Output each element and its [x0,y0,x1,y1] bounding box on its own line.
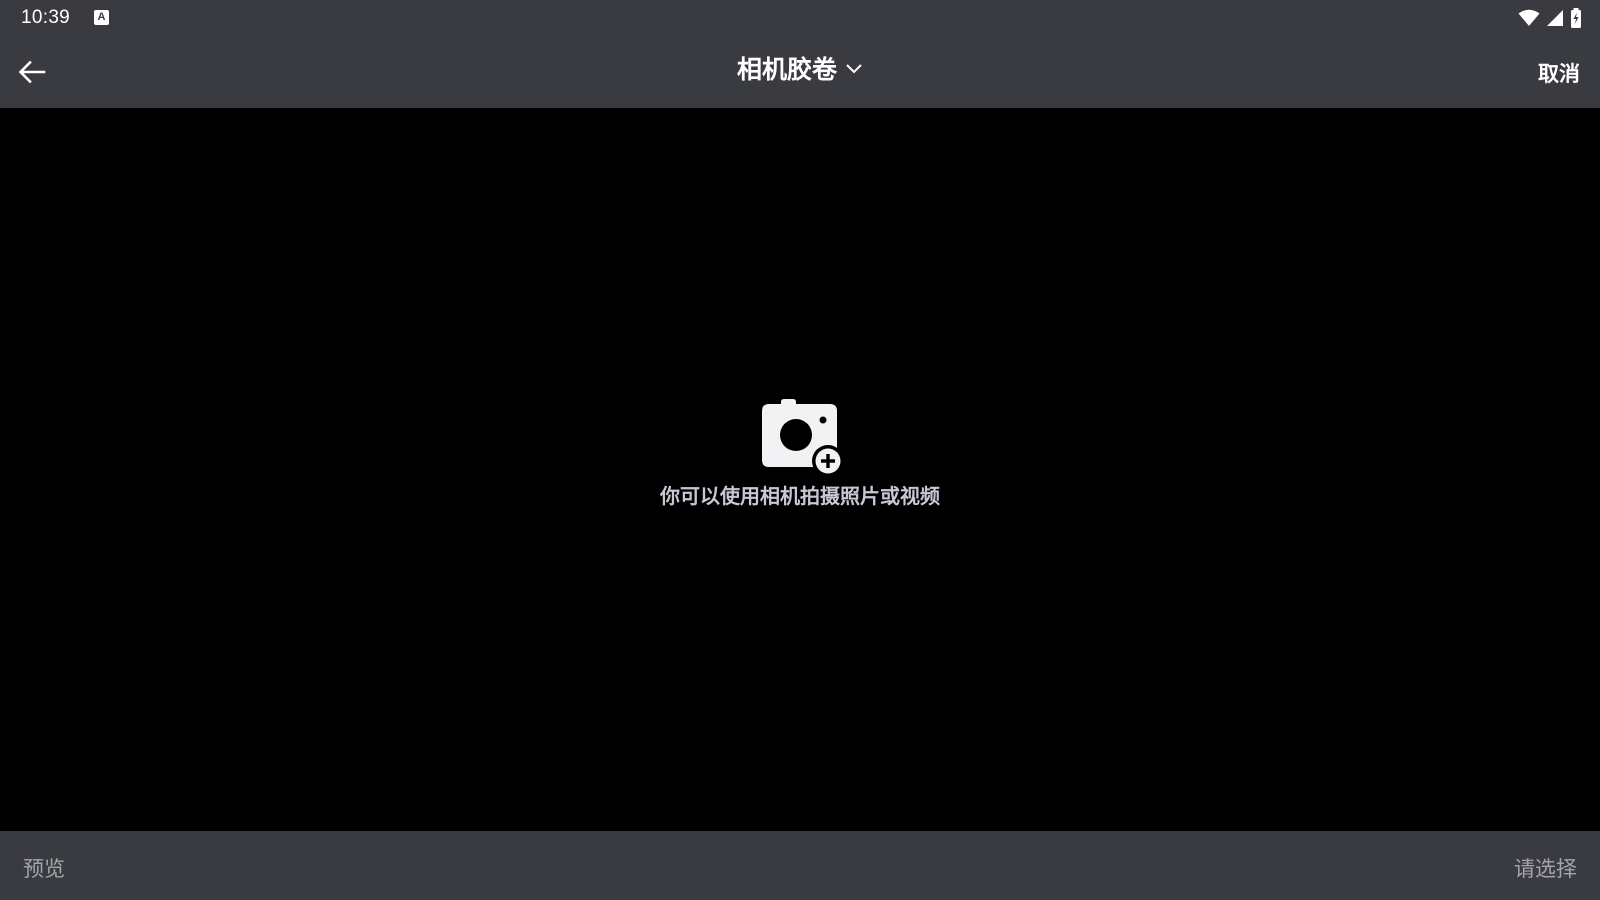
keyboard-a-icon: A [94,10,109,25]
wifi-icon [1518,9,1540,26]
battery-charging-icon [1571,8,1581,28]
status-icons [1518,8,1582,28]
album-selector[interactable]: 相机胶卷 [0,50,1600,86]
camera-add-icon[interactable] [759,396,847,476]
select-button[interactable]: 请选择 [1514,853,1577,883]
empty-message: 你可以使用相机拍摄照片或视频 [660,484,940,508]
app-bar: 相机胶卷 取消 [0,36,1600,108]
media-grid-area: 你可以使用相机拍摄照片或视频 [0,108,1600,831]
preview-button[interactable]: 预览 [23,853,65,883]
cancel-button[interactable]: 取消 [1538,58,1580,88]
signal-icon [1547,10,1563,26]
bottom-bar: 预览 请选择 [0,831,1600,900]
page-title: 相机胶卷 [736,55,837,84]
status-bar: 10:39 A [0,0,1600,36]
empty-state: 你可以使用相机拍摄照片或视频 [0,396,1600,509]
chevron-down-icon [846,64,862,74]
status-time: 10:39 [21,7,71,28]
